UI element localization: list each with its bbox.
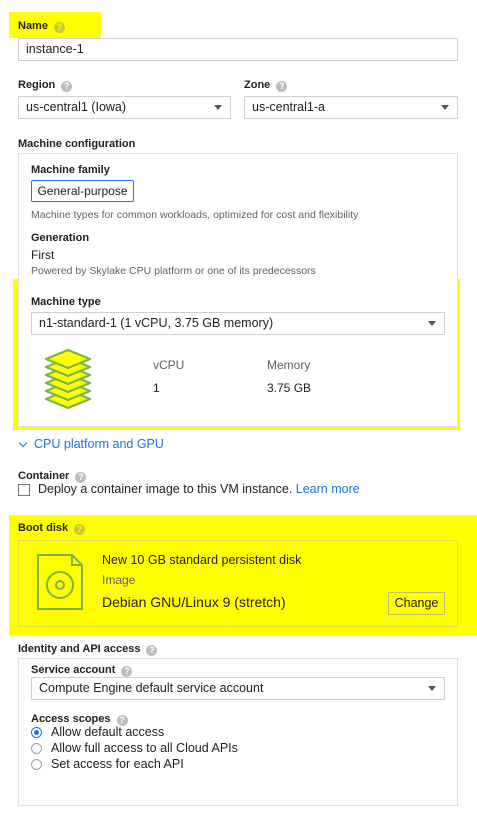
disk-icon: [37, 554, 83, 610]
memory-value: 3.75 GB: [267, 381, 312, 395]
region-select[interactable]: us-central1 (Iowa): [18, 96, 231, 119]
machine-family-label: Machine family: [31, 164, 110, 176]
memory-header: Memory: [267, 358, 311, 372]
zone-select[interactable]: us-central1-a: [244, 96, 458, 119]
machine-type-label: Machine type: [31, 296, 101, 308]
boot-disk-image-label: Image: [102, 573, 136, 587]
scope-label-each[interactable]: Set access for each API: [51, 757, 184, 771]
identity-label: Identity and API access?: [18, 643, 158, 656]
service-account-select[interactable]: Compute Engine default service account: [31, 677, 445, 700]
service-account-label: Service account?: [31, 664, 133, 677]
help-icon[interactable]: ?: [146, 645, 158, 656]
dropdown-caret-icon: [441, 105, 449, 110]
container-checkbox[interactable]: [18, 484, 30, 496]
cpu-platform-link[interactable]: CPU platform and GPU: [34, 437, 164, 451]
dropdown-caret-icon: [428, 321, 436, 326]
learn-more-link[interactable]: Learn more: [296, 482, 360, 496]
machine-type-select[interactable]: n1-standard-1 (1 vCPU, 3.75 GB memory): [31, 312, 445, 335]
container-checkbox-label[interactable]: Deploy a container image to this VM inst…: [38, 482, 360, 496]
tab-general-purpose[interactable]: General-purpose: [31, 180, 134, 202]
boot-disk-label: Boot disk?: [18, 522, 86, 535]
scope-radio-default[interactable]: [31, 727, 42, 738]
boot-disk-image-value: Debian GNU/Linux 9 (stretch): [102, 594, 286, 610]
vcpu-header: vCPU: [153, 358, 185, 372]
dropdown-caret-icon: [428, 686, 436, 691]
scope-label-full[interactable]: Allow full access to all Cloud APIs: [51, 741, 238, 755]
machine-configuration-label: Machine configuration: [18, 138, 136, 150]
scope-label-default[interactable]: Allow default access: [51, 725, 164, 739]
generation-value: First: [31, 248, 55, 262]
change-button[interactable]: Change: [388, 592, 445, 615]
dropdown-caret-icon: [214, 105, 222, 110]
help-icon[interactable]: ?: [53, 22, 65, 33]
cpu-platform-toggle[interactable]: CPU platform and GPU: [18, 437, 164, 451]
help-icon[interactable]: ?: [74, 524, 86, 535]
region-label: Region?: [18, 79, 73, 92]
name-input[interactable]: instance-1: [18, 38, 458, 61]
name-label: Name?: [18, 20, 65, 33]
help-icon[interactable]: ?: [121, 666, 133, 677]
scope-radio-each[interactable]: [31, 759, 42, 770]
chevron-down-icon: [18, 438, 28, 448]
machine-family-description: Machine types for common workloads, opti…: [31, 209, 359, 221]
layers-icon: [44, 348, 92, 410]
boot-disk-title: New 10 GB standard persistent disk: [102, 553, 302, 567]
generation-label: Generation: [31, 232, 90, 244]
scope-radio-full[interactable]: [31, 743, 42, 754]
zone-label: Zone?: [244, 79, 288, 92]
help-icon[interactable]: ?: [61, 81, 73, 92]
vcpu-value: 1: [153, 381, 160, 395]
generation-description: Powered by Skylake CPU platform or one o…: [31, 265, 316, 277]
help-icon[interactable]: ?: [276, 81, 288, 92]
